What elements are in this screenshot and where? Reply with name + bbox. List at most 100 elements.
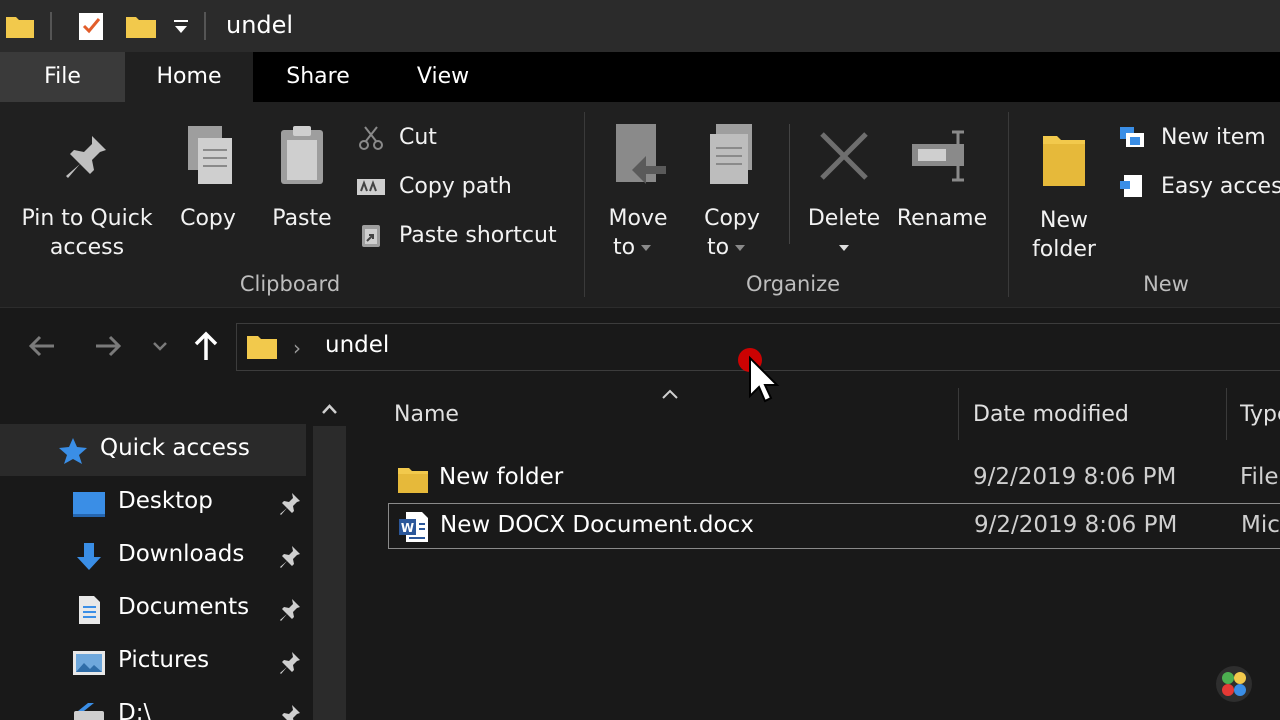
copy-button[interactable]: Copy xyxy=(170,124,246,233)
breadcrumb-chevron-icon[interactable]: › xyxy=(293,336,301,360)
rename-icon xyxy=(912,130,964,182)
table-row[interactable]: W New DOCX Document.docx 9/2/2019 8:06 P… xyxy=(388,503,1280,549)
sidebar-item-label: D:\ xyxy=(118,700,152,720)
new-item-icon xyxy=(1120,127,1144,147)
file-list: Name Date modified Type New folder 9/2/2… xyxy=(350,386,1280,720)
window-title: undel xyxy=(226,11,294,39)
copy-path-label: Copy path xyxy=(399,174,512,199)
file-type: Microsoft Word Document xyxy=(1241,512,1280,538)
new-item-button[interactable]: New item xyxy=(1118,118,1280,158)
title-separator-2 xyxy=(204,12,206,40)
easy-access-icon xyxy=(1120,175,1142,197)
sidebar-item-quick-access[interactable]: Quick access xyxy=(0,424,306,476)
folder-icon xyxy=(6,17,34,38)
delete-x-icon xyxy=(820,132,868,180)
up-arrow-icon[interactable] xyxy=(188,328,224,364)
pin-label-line1: Pin to Quick xyxy=(21,206,153,231)
delete-dropdown[interactable] xyxy=(802,233,886,262)
copy-to-label-line2: to xyxy=(694,233,770,262)
paste-shortcut-button[interactable]: Paste shortcut xyxy=(356,216,576,256)
pin-label-line2: access xyxy=(49,235,125,260)
tab-file[interactable]: File xyxy=(0,52,125,102)
copy-path-button[interactable]: Copy path xyxy=(356,167,576,207)
delete-label: Delete xyxy=(807,206,881,231)
scissors-icon xyxy=(359,126,383,150)
customize-toolbar-icon[interactable] xyxy=(172,18,190,36)
paste-shortcut-icon xyxy=(362,225,380,247)
rename-label: Rename xyxy=(896,206,988,231)
back-arrow-icon[interactable] xyxy=(24,328,60,364)
tab-share[interactable]: Share xyxy=(253,52,383,102)
cut-button[interactable]: Cut xyxy=(356,118,576,158)
sidebar-item-drive-d[interactable]: D:\ xyxy=(0,689,306,720)
new-group-label: New xyxy=(1143,272,1189,296)
column-header-name[interactable]: Name xyxy=(394,402,459,427)
channel-logo-icon xyxy=(1216,666,1252,702)
rename-button[interactable]: Rename xyxy=(894,128,990,233)
pin-icon[interactable] xyxy=(278,544,302,568)
copy-to-button[interactable]: Copy to xyxy=(694,122,770,262)
desktop-icon xyxy=(73,492,105,517)
sidebar-item-label: Downloads xyxy=(118,541,245,567)
sort-ascending-icon xyxy=(662,389,678,399)
document-icon xyxy=(79,596,100,624)
move-to-label-line2-text: to xyxy=(612,235,636,260)
navigation-bar: › undel xyxy=(0,308,1280,386)
forward-arrow-icon[interactable] xyxy=(90,328,126,364)
ribbon: Pin to Quick access Copy Paste Cut Copy … xyxy=(0,102,1280,308)
new-folder-label-line1: New xyxy=(1040,208,1088,233)
tab-home[interactable]: Home xyxy=(125,52,253,102)
navigation-scrollbar[interactable] xyxy=(313,426,346,720)
table-row[interactable]: New folder 9/2/2019 8:06 PM File folder xyxy=(388,456,1280,502)
move-to-button[interactable]: Move to xyxy=(600,122,676,262)
group-separator xyxy=(584,112,585,297)
properties-icon[interactable] xyxy=(76,10,106,42)
sidebar-item-desktop[interactable]: Desktop xyxy=(0,477,306,529)
column-header-type[interactable]: Type xyxy=(1240,402,1280,427)
breadcrumb-current[interactable]: undel xyxy=(325,332,389,358)
word-document-icon: W xyxy=(399,512,428,542)
star-icon xyxy=(59,438,87,464)
sidebar-item-pictures[interactable]: Pictures xyxy=(0,636,306,688)
paste-shortcut-label: Paste shortcut xyxy=(399,223,557,248)
copy-to-label-line2-text: to xyxy=(706,235,730,260)
new-folder-icon xyxy=(1043,136,1085,186)
pin-icon[interactable] xyxy=(278,597,302,621)
pictures-icon xyxy=(73,651,105,675)
organize-group-label: Organize xyxy=(745,272,841,296)
paste-button[interactable]: Paste xyxy=(264,124,340,233)
move-to-icon xyxy=(616,124,666,184)
copy-to-label-line1: Copy xyxy=(704,206,760,231)
folder-icon xyxy=(398,468,428,493)
chevron-down-icon xyxy=(641,245,652,251)
file-date-modified: 9/2/2019 8:06 PM xyxy=(973,464,1177,490)
sidebar-item-label: Desktop xyxy=(118,488,213,514)
new-folder-quick-icon[interactable] xyxy=(124,10,158,42)
pin-icon[interactable] xyxy=(278,703,302,720)
title-separator xyxy=(50,12,52,40)
new-folder-button[interactable]: New folder xyxy=(1022,124,1106,264)
tab-view[interactable]: View xyxy=(383,52,503,102)
column-divider[interactable] xyxy=(958,388,959,440)
sidebar-item-downloads[interactable]: Downloads xyxy=(0,530,306,582)
column-header-date-modified[interactable]: Date modified xyxy=(973,402,1129,427)
group-separator-2 xyxy=(1008,112,1009,297)
file-date-modified: 9/2/2019 8:06 PM xyxy=(974,512,1178,538)
pin-icon[interactable] xyxy=(278,650,302,674)
column-divider[interactable] xyxy=(1226,388,1227,440)
pin-to-quick-access-button[interactable]: Pin to Quick access xyxy=(14,132,160,262)
download-arrow-icon xyxy=(77,543,101,570)
easy-access-button[interactable]: Easy access xyxy=(1118,167,1280,207)
delete-button[interactable]: Delete xyxy=(802,128,886,262)
copy-label: Copy xyxy=(180,206,236,231)
pin-icon[interactable] xyxy=(278,491,302,515)
drive-icon xyxy=(74,703,104,720)
sidebar-item-documents[interactable]: Documents xyxy=(0,583,306,635)
copy-to-icon xyxy=(710,124,752,184)
navigation-pane: Quick access Desktop Downloads Documents xyxy=(0,386,350,720)
new-folder-label-line2: folder xyxy=(1032,237,1096,262)
pin-icon xyxy=(66,136,106,178)
scroll-up-icon[interactable] xyxy=(313,394,346,424)
mouse-cursor-icon xyxy=(738,348,780,403)
recent-locations-chevron-icon[interactable] xyxy=(146,328,174,364)
